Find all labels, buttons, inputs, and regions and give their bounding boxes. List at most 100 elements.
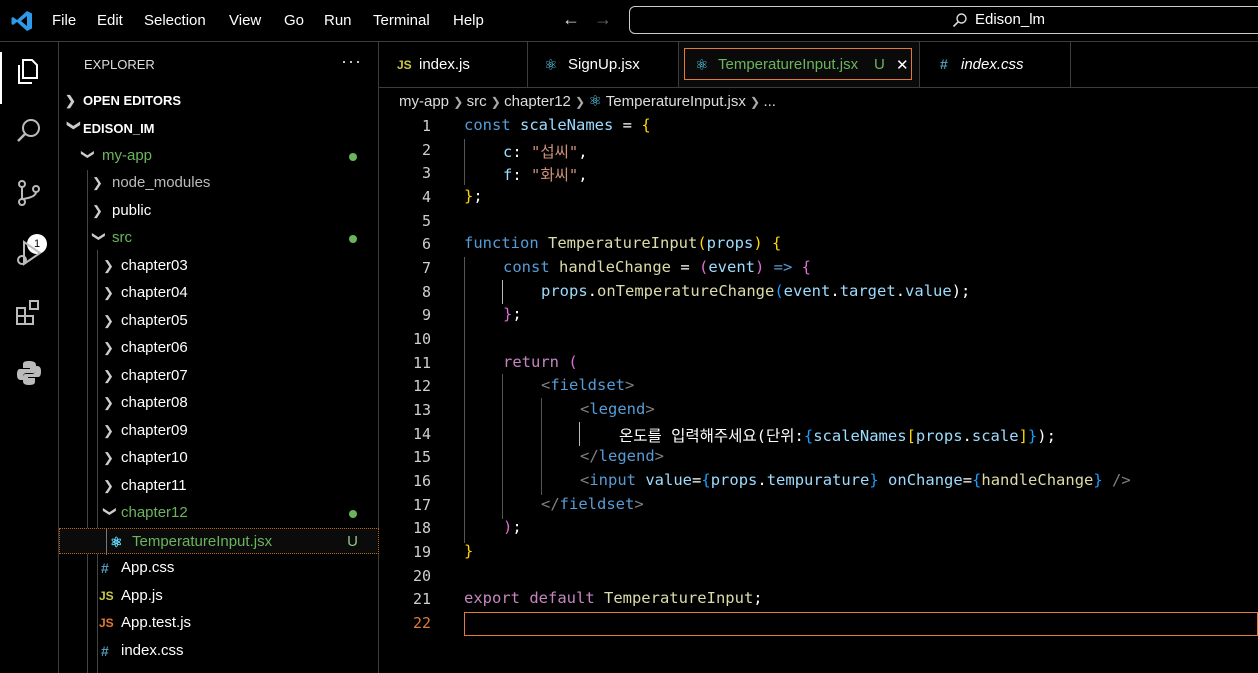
breadcrumb-item[interactable]: chapter12 — [504, 93, 571, 110]
search-icon — [952, 13, 967, 28]
extensions-icon[interactable] — [14, 298, 44, 328]
more-actions-icon[interactable]: ··· — [341, 51, 362, 72]
react-file-icon: ⚛ — [588, 93, 602, 110]
open-editors-section[interactable]: ❯ OPEN EDITORS — [65, 93, 181, 109]
tab-index-js[interactable]: JS index.js — [379, 42, 528, 87]
tree-folder-my-app[interactable]: ❯ my-app — [59, 143, 379, 169]
react-file-icon: ⚛ — [695, 57, 709, 74]
token: event — [783, 282, 831, 300]
search-icon[interactable] — [14, 116, 44, 146]
tree-folder-chapter12[interactable]: ❯ chapter12 — [59, 500, 379, 526]
token: ; — [512, 305, 522, 323]
tree-folder-chapter07[interactable]: ❯ chapter07 — [59, 363, 379, 389]
tree-label: chapter10 — [121, 449, 188, 466]
menu-terminal[interactable]: Terminal — [373, 12, 430, 29]
code-line-17: </fieldset> — [541, 495, 644, 513]
code-line-19: } — [464, 542, 473, 560]
line-number: 10 — [412, 330, 431, 348]
tree-label: chapter05 — [121, 312, 188, 329]
tree-label: chapter04 — [121, 284, 188, 301]
css-file-icon: # — [101, 560, 109, 576]
js-test-file-icon: JS — [99, 616, 114, 630]
token: = — [613, 116, 642, 134]
tree-file-app-test-js[interactable]: JS App.test.js — [59, 610, 379, 636]
close-tab-icon[interactable]: ✕ — [896, 56, 909, 74]
menu-edit[interactable]: Edit — [97, 12, 123, 29]
tree-folder-chapter08[interactable]: ❯ chapter08 — [59, 390, 379, 416]
token: props — [541, 282, 588, 300]
token: = — [692, 471, 702, 489]
tree-file-app-js[interactable]: JS App.js — [59, 583, 379, 609]
explorer-files-icon[interactable] — [14, 56, 44, 86]
token: } — [464, 187, 474, 205]
tree-folder-public[interactable]: ❯ public — [59, 198, 379, 224]
workspace-root-label: EDISON_IM — [83, 121, 155, 136]
open-editors-label: OPEN EDITORS — [83, 93, 182, 108]
tab-label: TemperatureInput.jsx — [718, 56, 859, 73]
token: fieldset — [550, 376, 625, 394]
python-icon[interactable] — [14, 358, 44, 388]
tree-folder-chapter03[interactable]: ❯ chapter03 — [59, 253, 379, 279]
menu-file[interactable]: File — [52, 12, 76, 29]
breadcrumb-item[interactable]: ... — [763, 93, 776, 110]
tree-folder-chapter04[interactable]: ❯ chapter04 — [59, 280, 379, 306]
code-line-3: f: "화씨", — [503, 163, 588, 185]
tab-index-css[interactable]: # index.css — [920, 42, 1071, 87]
code-line-4: }; — [464, 187, 483, 205]
chevron-right-icon: ❯ — [575, 95, 589, 109]
tab-label: SignUp.jsx — [568, 56, 640, 73]
breadcrumb-item[interactable]: src — [467, 93, 487, 110]
menu-go[interactable]: Go — [284, 12, 304, 29]
css-file-icon: # — [101, 643, 109, 659]
token: onChange — [888, 471, 963, 489]
code-line-6: function TemperatureInput(props) { — [464, 234, 781, 252]
menu-run[interactable]: Run — [324, 12, 352, 29]
indent-guide — [541, 398, 542, 495]
token: . — [895, 282, 906, 300]
breadcrumb-item[interactable]: my-app — [399, 93, 449, 110]
token: c — [503, 143, 513, 161]
tree-folder-chapter05[interactable]: ❯ chapter05 — [59, 308, 379, 334]
token: : — [512, 166, 532, 184]
tree-folder-chapter11[interactable]: ❯ chapter11 — [59, 473, 379, 499]
tree-folder-node-modules[interactable]: ❯ node_modules — [59, 170, 379, 196]
line-number: 18 — [412, 519, 431, 537]
token: ( — [698, 258, 709, 276]
token: input — [589, 471, 646, 489]
back-arrow-icon[interactable]: ← — [562, 9, 580, 30]
tree-file-app-css[interactable]: # App.css — [59, 555, 379, 581]
tree-folder-chapter09[interactable]: ❯ chapter09 — [59, 418, 379, 444]
menu-selection[interactable]: Selection — [144, 12, 206, 29]
breadcrumb-item[interactable]: TemperatureInput.jsx — [606, 93, 746, 110]
token: TemperatureInput — [603, 589, 754, 607]
run-debug-icon[interactable] — [14, 238, 44, 268]
code-editor[interactable]: 1 2 3 4 5 6 7 8 9 10 11 12 13 14 15 16 1… — [379, 112, 1258, 673]
tree-label: index.css — [121, 642, 184, 659]
chevron-right-icon: ❯ — [103, 478, 114, 493]
tree-folder-src[interactable]: ❯ src — [59, 225, 379, 251]
tab-temperatureinput-jsx[interactable]: ⚛ TemperatureInput.jsx U ✕ — [679, 42, 920, 87]
source-control-icon[interactable] — [14, 178, 44, 208]
token: > — [645, 400, 655, 418]
command-center-search[interactable]: Edison_lm — [629, 6, 1258, 34]
tree-file-index-css[interactable]: # index.css — [59, 638, 379, 664]
token: => — [773, 258, 802, 276]
tree-folder-chapter06[interactable]: ❯ chapter06 — [59, 335, 379, 361]
code-line-7: const handleChange = (event) => { — [503, 258, 811, 276]
token: scale — [971, 427, 1019, 445]
token: . — [962, 427, 972, 445]
tree-folder-chapter10[interactable]: ❯ chapter10 — [59, 445, 379, 471]
code-line-16: <input value={props.tempurature} onChang… — [580, 471, 1131, 489]
tree-file-temperatureinput[interactable]: ⚛ TemperatureInput.jsx U — [59, 528, 379, 555]
token: ] — [1018, 427, 1028, 445]
explorer-sidebar: EXPLORER ··· ❯ OPEN EDITORS ❯EDISON_IM ❯ … — [59, 42, 379, 673]
tab-label: index.css — [961, 56, 1024, 73]
forward-arrow-icon[interactable]: → — [594, 9, 612, 30]
workspace-root-section[interactable]: ❯EDISON_IM — [65, 120, 155, 137]
menu-view[interactable]: View — [229, 12, 261, 29]
chevron-right-icon: ❯ — [750, 95, 764, 109]
tree-label: my-app — [102, 147, 153, 164]
menu-help[interactable]: Help — [453, 12, 484, 29]
tree-label: App.test.js — [121, 614, 192, 631]
tab-signup-jsx[interactable]: ⚛ SignUp.jsx — [528, 42, 679, 87]
